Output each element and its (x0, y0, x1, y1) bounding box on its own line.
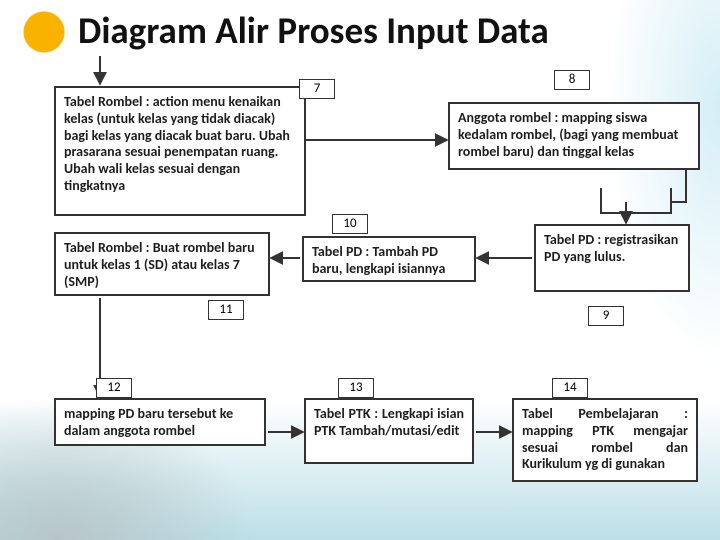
connector-bracket (600, 188, 672, 214)
node-13: Tabel PTK : Lengkapi isian PTK Tambah/mu… (304, 398, 474, 464)
node-14-label: 14 (552, 378, 588, 398)
node-12: mapping PD baru tersebut ke dalam anggot… (54, 398, 266, 446)
node-11-label: 11 (208, 300, 244, 320)
node-8: Anggota rombel : mapping siswa kedalam r… (448, 102, 700, 170)
node-14: Tabel Pembelajaran : mapping PTK mengaja… (512, 398, 698, 482)
node-7-label: 7 (299, 79, 335, 99)
node-9: Tabel PD : registrasikan PD yang lulus. (534, 224, 690, 292)
node-8-label: 8 (554, 70, 590, 90)
page-title: Diagram Alir Proses Input Data (78, 8, 549, 53)
node-12-label: 12 (96, 378, 132, 398)
node-10: Tabel PD : Tambah PD baru, lengkapi isia… (302, 236, 476, 282)
node-9-label: 9 (588, 306, 624, 326)
node-13-label: 13 (338, 378, 374, 398)
node-10-label: 10 (332, 214, 368, 234)
node-7: Tabel Rombel : action menu kenaikan kela… (54, 86, 306, 216)
node-11: Tabel Rombel : Buat rombel baru untuk ke… (54, 232, 270, 296)
